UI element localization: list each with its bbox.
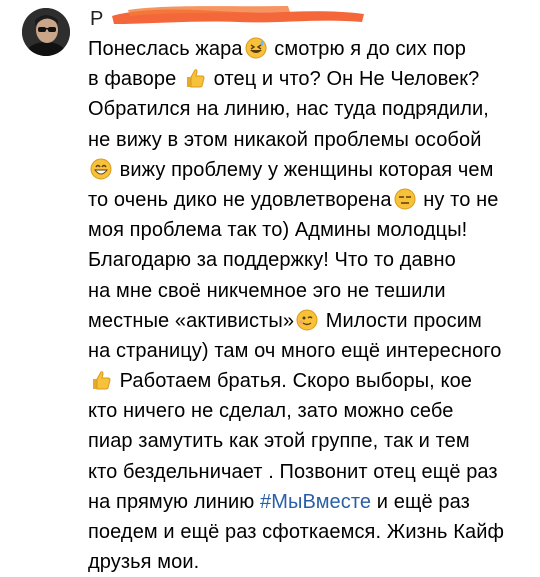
author-avatar[interactable] xyxy=(22,8,70,56)
comment-line: Понеслась жара смотрю я до сих пор xyxy=(88,34,533,64)
comment-line: пиар замутить как этой группе, так и тем xyxy=(88,426,533,456)
comment-line: то очень дико не удовлетворена ну то не xyxy=(88,185,533,215)
redaction-mark xyxy=(112,6,364,24)
comment-line: вижу проблему у женщины которая чем xyxy=(88,155,533,185)
comment-line: кто бездельничает . Позвонит отец ещё ра… xyxy=(88,457,533,487)
text-fragment: кто бездельничает . Позвонит отец ещё ра… xyxy=(88,460,498,483)
thumbs-up-emoji-icon xyxy=(184,67,206,89)
comment-line: местные «активисты» Милости просим xyxy=(88,306,533,336)
text-fragment: смотрю я до сих пор xyxy=(268,38,466,60)
text-fragment: Благодарю за поддержку! Что то давно xyxy=(88,249,456,272)
comment-line: в фаворе отец и что? Он Не Человек? xyxy=(88,64,533,94)
comment-card: Р Понеслась жара смотрю я до сих пор в фа… xyxy=(0,0,540,573)
avatar-photo-icon xyxy=(22,8,70,56)
comment-line: на прямую линию #МыВместе и ещё раз xyxy=(88,487,533,517)
text-fragment: не вижу в этом никакой проблемы особой xyxy=(88,128,482,151)
text-fragment: вижу проблему у женщины которая чем xyxy=(114,158,494,181)
text-fragment: кто ничего не сделал, зато можно себе xyxy=(88,400,454,423)
grin-sweat-emoji-icon xyxy=(245,37,267,59)
comment-line: Благодарю за поддержку! Что то давно xyxy=(88,245,533,275)
comment-line: не вижу в этом никакой проблемы особой xyxy=(88,125,533,155)
text-fragment: на мне своё никчемное эго не тешили xyxy=(88,279,446,302)
text-fragment: Работаем братья. Скоро выборы, кое xyxy=(114,370,473,393)
author-row: Р xyxy=(90,6,364,32)
comment-line: Обратился на линию, нас туда подрядили, xyxy=(88,94,533,124)
text-fragment: Обратился на линию, нас туда подрядили, xyxy=(88,98,489,121)
text-fragment: и ещё раз xyxy=(371,490,470,513)
text-fragment: отец и что? Он Не Человек? xyxy=(208,68,480,91)
text-fragment: поедем и ещё раз сфоткаемся. Жизнь Кайф xyxy=(88,521,505,543)
grin-emoji-icon xyxy=(90,158,112,180)
thumbs-up-emoji-icon xyxy=(90,369,112,391)
text-fragment: местные «активисты» xyxy=(88,309,295,332)
expressionless-emoji-icon xyxy=(394,188,416,210)
comment-line: на мне своё никчемное эго не тешили xyxy=(88,276,533,306)
comment-line: друзья мои. xyxy=(88,547,533,577)
text-fragment: ну то не xyxy=(417,188,499,211)
author-name[interactable]: Р xyxy=(90,8,103,31)
comment-line: кто ничего не сделал, зато можно себе xyxy=(88,396,533,426)
comment-text: Понеслась жара смотрю я до сих пор в фаво… xyxy=(88,34,533,577)
text-fragment: то очень дико не удовлетворена xyxy=(88,188,392,211)
text-fragment: друзья мои. xyxy=(88,551,200,574)
text-fragment: в фаворе xyxy=(88,68,182,91)
text-fragment: на прямую линию xyxy=(88,490,261,513)
text-fragment: Милости просим xyxy=(320,309,482,332)
comment-line: Работаем братья. Скоро выборы, кое xyxy=(88,366,533,396)
text-fragment: на страницу) там оч много ещё интересног… xyxy=(88,339,502,362)
text-fragment: пиар замутить как этой группе, так и тем xyxy=(88,430,470,453)
comment-line: поедем и ещё раз сфоткаемся. Жизнь Кайф xyxy=(88,517,533,547)
text-fragment: Понеслась жара xyxy=(88,38,243,60)
wink-emoji-icon xyxy=(296,309,318,331)
comment-line: моя проблема так то) Админы молодцы! xyxy=(88,215,533,245)
text-fragment: моя проблема так то) Админы молодцы! xyxy=(88,219,468,242)
comment-line: на страницу) там оч много ещё интересног… xyxy=(88,336,533,366)
hashtag-link[interactable]: #МыВместе xyxy=(260,491,371,513)
